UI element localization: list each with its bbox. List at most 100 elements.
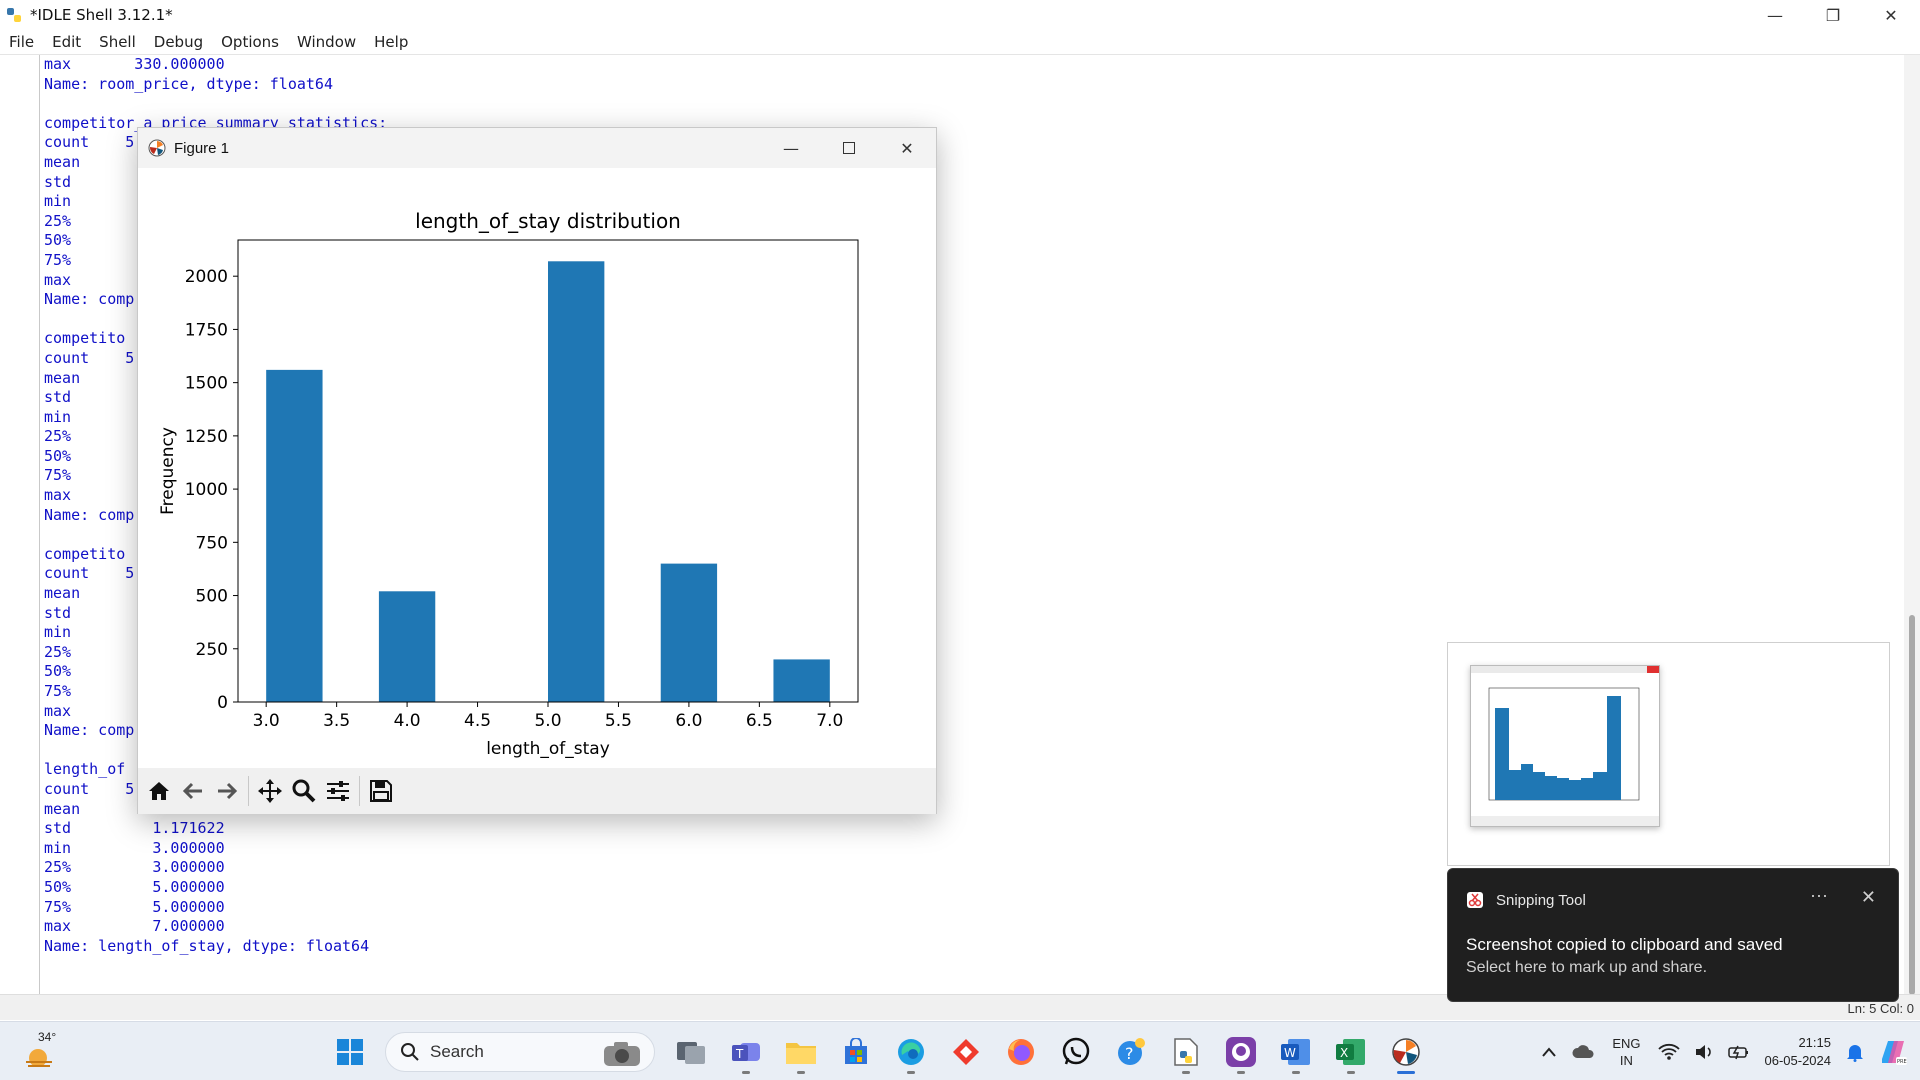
x-tick-label: 7.0	[816, 711, 843, 731]
svg-text:PRE: PRE	[1897, 1059, 1907, 1065]
y-tick-label: 750	[196, 533, 228, 553]
menu-file[interactable]: File	[0, 33, 43, 51]
menu-options[interactable]: Options	[212, 33, 288, 51]
svg-text:?: ?	[1125, 1044, 1134, 1063]
menu-shell[interactable]: Shell	[90, 33, 145, 51]
figure-maximize-button[interactable]	[820, 128, 878, 168]
volume-button[interactable]	[1687, 1043, 1721, 1061]
y-tick-label: 250	[196, 640, 228, 660]
weather-widget[interactable]: 34°	[24, 1030, 60, 1072]
shell-line: max 330.000000	[44, 55, 225, 73]
notifications-button[interactable]	[1839, 1042, 1871, 1062]
y-tick-label: 2000	[185, 267, 228, 287]
notification-close-button[interactable]: ✕	[1861, 887, 1876, 908]
python-file-app[interactable]	[1158, 1028, 1213, 1076]
help-app[interactable]: ?	[1103, 1028, 1158, 1076]
maximize-icon	[843, 142, 855, 154]
anydesk-app[interactable]	[938, 1028, 993, 1076]
menu-help[interactable]: Help	[365, 33, 417, 51]
task-view-button[interactable]	[663, 1028, 718, 1076]
clock[interactable]: 21:15 06-05-2024	[1757, 1034, 1840, 1070]
menu-window[interactable]: Window	[288, 33, 365, 51]
figure-canvas[interactable]: 3.0 3.5 4.0 4.5 5.0 5.5 6.0 6.5 7.0 0 250 500 750 100…	[138, 168, 936, 768]
idle-titlebar[interactable]: *IDLE Shell 3.12.1* — ❐ ✕	[0, 0, 1920, 30]
y-tick-label: 1500	[185, 374, 228, 394]
excel-app[interactable]: X	[1323, 1028, 1378, 1076]
copilot-button[interactable]: PRE	[1871, 1037, 1920, 1067]
svg-text:T: T	[735, 1047, 744, 1061]
speaker-icon	[1695, 1044, 1711, 1059]
window-title: *IDLE Shell 3.12.1*	[30, 6, 173, 24]
region-code: IN	[1619, 1052, 1633, 1068]
figure-minimize-button[interactable]: —	[762, 128, 820, 168]
github-app[interactable]	[1213, 1028, 1268, 1076]
show-hidden-icons-button[interactable]	[1534, 1046, 1564, 1058]
svg-text:W: W	[1284, 1046, 1296, 1060]
y-tick-label: 0	[217, 693, 228, 713]
teams-app[interactable]: T	[718, 1028, 773, 1076]
running-indicator	[1292, 1071, 1300, 1074]
battery-button[interactable]	[1721, 1043, 1757, 1061]
pan-icon	[258, 779, 282, 803]
save-button[interactable]	[364, 774, 398, 808]
menu-debug[interactable]: Debug	[145, 33, 212, 51]
language-indicator[interactable]: ENG IN	[1602, 1035, 1650, 1069]
edge-icon	[897, 1039, 924, 1065]
folder-icon	[785, 1043, 816, 1064]
start-button[interactable]	[322, 1028, 377, 1076]
firefox-app[interactable]	[993, 1028, 1048, 1076]
histogram-bar	[378, 591, 436, 702]
anydesk-icon	[952, 1039, 979, 1065]
x-tick-label: 3.5	[323, 711, 350, 731]
figure-titlebar[interactable]: Figure 1 — ✕	[138, 128, 936, 168]
screenshot-thumbnail[interactable]	[1447, 642, 1890, 866]
pan-button[interactable]	[253, 774, 287, 808]
taskbar: 34° Search T ? W X ENG IN 21:15 06-05-20…	[0, 1021, 1920, 1080]
whatsapp-app[interactable]	[1048, 1028, 1103, 1076]
onedrive-button[interactable]	[1564, 1044, 1602, 1060]
minimize-button[interactable]: —	[1746, 0, 1804, 30]
more-options-button[interactable]: ···	[1810, 885, 1828, 906]
snipping-notification[interactable]: Snipping Tool ··· ✕ Screenshot copied to…	[1447, 868, 1899, 1002]
svg-text:X: X	[1340, 1046, 1348, 1060]
back-icon	[182, 782, 202, 800]
vertical-scrollbar[interactable]	[1904, 55, 1920, 995]
line-gutter	[0, 55, 40, 995]
home-icon	[149, 782, 169, 800]
x-tick-label: 3.0	[253, 711, 280, 731]
figure-close-button[interactable]: ✕	[878, 128, 936, 168]
matplotlib-icon	[148, 139, 166, 157]
battery-charging-icon	[1727, 1045, 1748, 1059]
store-app[interactable]	[828, 1028, 883, 1076]
python-icon	[7, 8, 21, 22]
matplotlib-figure-app[interactable]	[1378, 1028, 1433, 1076]
network-button[interactable]	[1651, 1043, 1687, 1061]
toolbar-separator	[248, 776, 249, 806]
shell-line: Name: room_price, dtype: float64	[44, 74, 333, 93]
x-tick-label: 4.0	[394, 711, 421, 731]
x-tick-label: 4.5	[464, 711, 491, 731]
configure-icon	[327, 781, 349, 801]
file-explorer-app[interactable]	[773, 1028, 828, 1076]
thumbnail-image	[1471, 666, 1659, 826]
windows-icon	[336, 1039, 363, 1065]
edge-app[interactable]	[883, 1028, 938, 1076]
scrollbar-thumb[interactable]	[1909, 615, 1915, 995]
word-app[interactable]: W	[1268, 1028, 1323, 1076]
restore-button[interactable]: ❐	[1804, 0, 1862, 30]
figure-window[interactable]: Figure 1 — ✕ 3.0 3.5 4.0 4.5 5.0 5.5 6.0 6.5 7.0…	[137, 127, 937, 814]
menu-edit[interactable]: Edit	[43, 33, 90, 51]
zoom-button[interactable]	[287, 774, 321, 808]
figure-toolbar	[138, 768, 936, 814]
x-axis-label: length_of_stay	[486, 739, 610, 759]
forward-button[interactable]	[210, 774, 244, 808]
x-tick-label: 6.5	[746, 711, 773, 731]
home-button[interactable]	[142, 774, 176, 808]
configure-button[interactable]	[321, 774, 355, 808]
back-button[interactable]	[176, 774, 210, 808]
taskbar-search[interactable]: Search	[385, 1032, 655, 1072]
close-button[interactable]: ✕	[1862, 0, 1920, 30]
store-icon	[844, 1038, 867, 1064]
running-indicator	[907, 1071, 915, 1074]
